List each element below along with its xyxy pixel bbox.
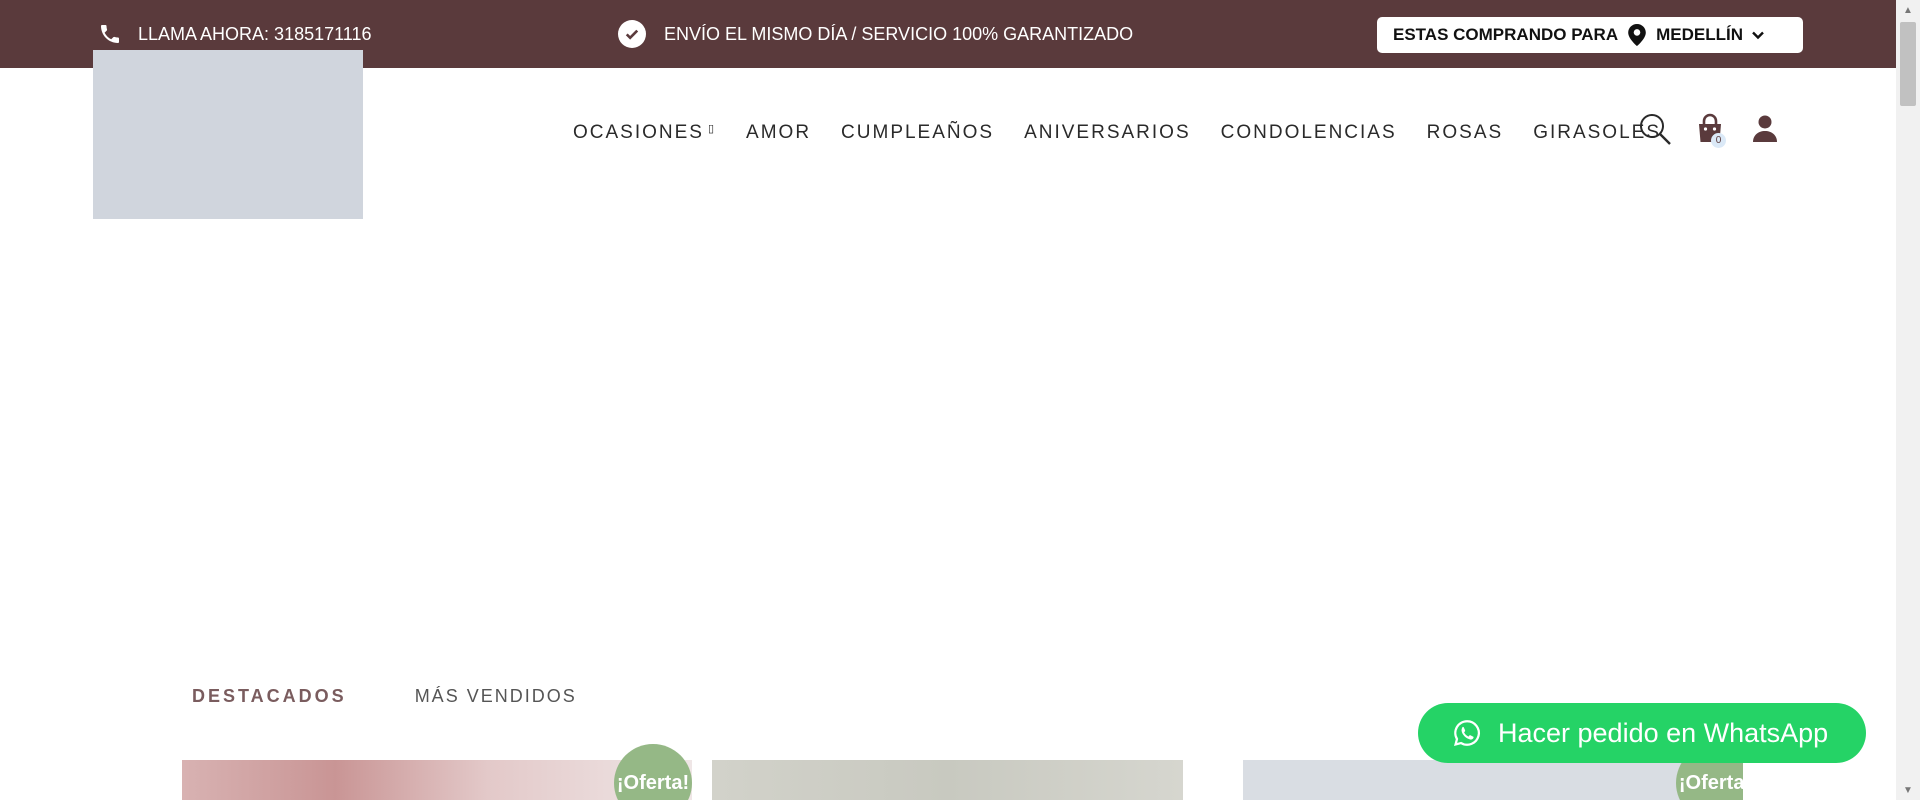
phone-text: LLAMA AHORA: 3185171116 xyxy=(138,23,372,44)
shopping-bag-icon[interactable]: 0 xyxy=(1693,112,1727,148)
scroll-down-arrow-icon[interactable]: ▼ xyxy=(1896,780,1920,800)
search-icon[interactable] xyxy=(1638,112,1672,146)
nav-item-ocasiones[interactable]: OCASIONES ▯ xyxy=(573,122,716,144)
chevron-down-icon xyxy=(1752,31,1764,40)
sale-badge: ¡Oferta! xyxy=(614,744,692,800)
tab-mas-vendidos[interactable]: MÁS VENDIDOS xyxy=(415,686,577,707)
whatsapp-icon xyxy=(1453,720,1480,746)
whatsapp-label: Hacer pedido en WhatsApp xyxy=(1498,717,1829,748)
city-selector-button[interactable]: ESTAS COMPRANDO PARA MEDELLÍN xyxy=(1377,17,1803,53)
nav-item-rosas[interactable]: ROSAS xyxy=(1427,122,1504,144)
nav-item-amor[interactable]: AMOR xyxy=(746,122,811,144)
product-tabs: DESTACADOS MÁS VENDIDOS xyxy=(192,686,577,707)
page-scrollbar[interactable]: ▲ ▼ xyxy=(1896,0,1920,800)
main-navigation: OCASIONES ▯ AMOR CUMPLEAÑOS ANIVERSARIOS … xyxy=(573,113,1691,153)
tab-destacados[interactable]: DESTACADOS xyxy=(192,686,347,707)
nav-label-ocasiones: OCASIONES xyxy=(573,122,704,143)
city-prefix: ESTAS COMPRANDO PARA xyxy=(1393,25,1619,44)
shipping-text: ENVÍO EL MISMO DÍA / SERVICIO 100% GARAN… xyxy=(664,23,1134,44)
site-logo[interactable] xyxy=(93,50,363,219)
map-pin-icon xyxy=(1628,24,1646,46)
nav-item-condolencias[interactable]: CONDOLENCIAS xyxy=(1221,122,1397,144)
scrollbar-thumb[interactable] xyxy=(1900,22,1916,106)
nav-item-aniversarios[interactable]: ANIVERSARIOS xyxy=(1024,122,1191,144)
nav-item-cumpleanos[interactable]: CUMPLEAÑOS xyxy=(841,122,994,144)
cart-count-badge: 0 xyxy=(1711,133,1726,148)
check-circle-icon xyxy=(618,20,646,48)
shipping-notice: ENVÍO EL MISMO DÍA / SERVICIO 100% GARAN… xyxy=(618,0,1133,68)
product-card-image[interactable] xyxy=(712,760,1183,800)
product-card-image[interactable] xyxy=(1243,760,1743,800)
city-name: MEDELLÍN xyxy=(1656,25,1743,44)
scroll-up-arrow-icon[interactable]: ▲ xyxy=(1896,0,1920,20)
whatsapp-order-button[interactable]: Hacer pedido en WhatsApp xyxy=(1418,703,1866,763)
user-icon[interactable] xyxy=(1748,112,1782,146)
header-icons: 0 xyxy=(1638,112,1803,148)
phone-icon xyxy=(101,25,119,43)
dropdown-icon: ▯ xyxy=(707,123,717,135)
